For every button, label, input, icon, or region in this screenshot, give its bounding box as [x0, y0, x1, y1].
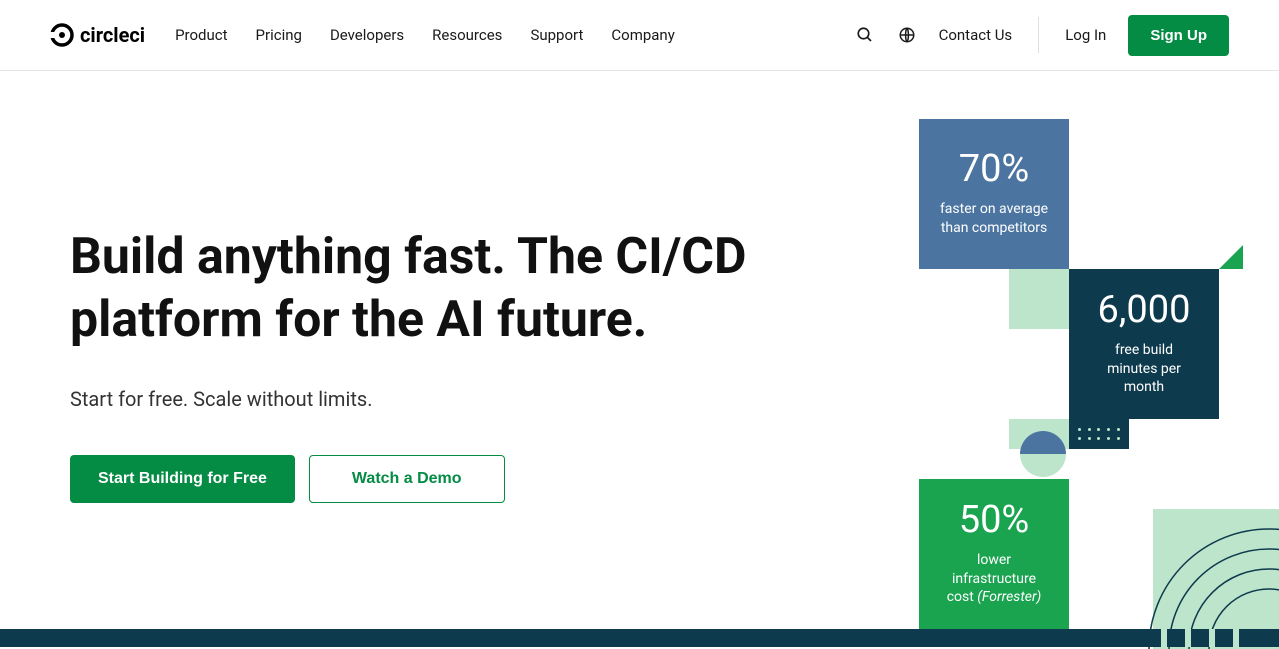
circleci-logo-icon	[50, 23, 74, 47]
brand-logo[interactable]: circleci	[50, 23, 145, 47]
stat-label: free build minutes per month	[1089, 341, 1199, 398]
decoration-circle	[1020, 431, 1066, 477]
header-left: circleci Product Pricing Developers Reso…	[50, 23, 675, 47]
hero-title: Build anything fast. The CI/CD platform …	[70, 226, 770, 351]
decoration-dots	[1069, 419, 1129, 449]
nav-developers[interactable]: Developers	[330, 26, 404, 44]
start-building-button[interactable]: Start Building for Free	[70, 455, 295, 503]
header-right: Contact Us Log In Sign Up	[855, 15, 1229, 56]
decoration-bars	[1161, 629, 1239, 647]
watch-demo-button[interactable]: Watch a Demo	[309, 455, 505, 503]
stat-card-minutes: 6,000 free build minutes per month	[1069, 269, 1219, 419]
stat-card-cost: 50% lower infrastructure cost (Forrester…	[919, 479, 1069, 629]
nav-resources[interactable]: Resources	[432, 26, 502, 44]
header-divider	[1038, 17, 1039, 53]
stat-value: 70%	[959, 150, 1030, 188]
stats-panel: 70% faster on average than competitors 6…	[919, 119, 1279, 639]
footer-stripe	[0, 629, 1279, 647]
login-link[interactable]: Log In	[1065, 26, 1106, 44]
hero-subtitle: Start for free. Scale without limits.	[70, 387, 770, 411]
brand-name: circleci	[80, 23, 145, 47]
nav-support[interactable]: Support	[530, 26, 583, 44]
stat-card-speed: 70% faster on average than competitors	[919, 119, 1069, 269]
stat-value: 50%	[959, 501, 1030, 539]
decoration-triangle	[1219, 245, 1243, 269]
stat-value: 6,000	[1098, 291, 1191, 329]
search-icon[interactable]	[855, 25, 875, 45]
stat-label: lower infrastructure cost (Forrester)	[939, 551, 1049, 608]
site-header: circleci Product Pricing Developers Reso…	[0, 0, 1279, 71]
decoration-square	[1009, 269, 1069, 329]
nav-company[interactable]: Company	[611, 26, 674, 44]
hero-section: Build anything fast. The CI/CD platform …	[0, 71, 1279, 629]
main-nav: Product Pricing Developers Resources Sup…	[175, 26, 675, 44]
decoration-rect	[1153, 509, 1279, 649]
hero-cta-group: Start Building for Free Watch a Demo	[70, 455, 770, 503]
hero-content: Build anything fast. The CI/CD platform …	[70, 71, 770, 629]
signup-button[interactable]: Sign Up	[1128, 15, 1229, 56]
globe-icon[interactable]	[897, 25, 917, 45]
contact-link[interactable]: Contact Us	[939, 26, 1013, 44]
stat-label: faster on average than competitors	[939, 200, 1049, 238]
nav-product[interactable]: Product	[175, 26, 227, 44]
nav-pricing[interactable]: Pricing	[256, 26, 302, 44]
